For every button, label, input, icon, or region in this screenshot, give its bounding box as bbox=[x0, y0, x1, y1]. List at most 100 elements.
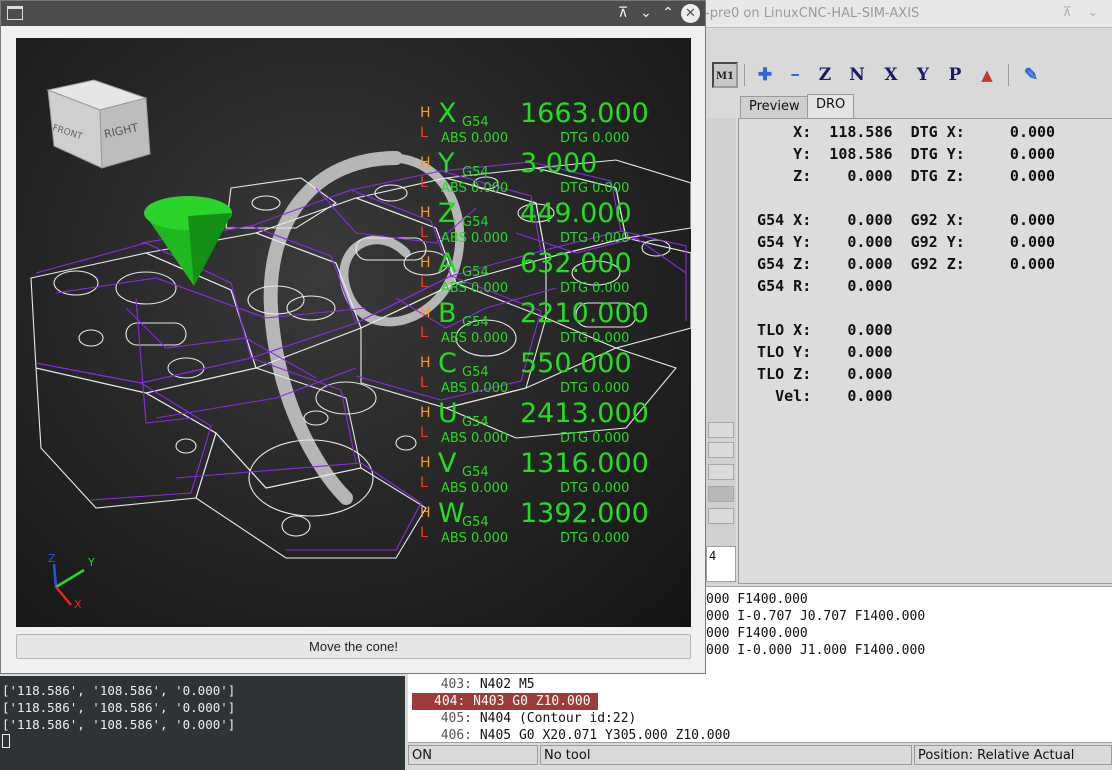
dro-line: Z: 0.000 DTG Z: 0.000 bbox=[739, 167, 1056, 185]
dtg-value: DTG 0.000 bbox=[560, 431, 630, 446]
axis-shade-icon[interactable]: ⊼ bbox=[1058, 4, 1076, 22]
dtg-value: DTG 0.000 bbox=[560, 181, 630, 196]
maximize-icon[interactable]: ⌃ bbox=[658, 4, 678, 23]
axis-letter: U bbox=[438, 398, 458, 429]
close-icon[interactable]: ✕ bbox=[681, 4, 700, 23]
shade-icon[interactable]: ⊼ bbox=[613, 4, 633, 23]
axis-minimize-icon[interactable]: ⌄ bbox=[1084, 4, 1102, 22]
limit-indicator: L bbox=[420, 375, 428, 391]
axis-letter: Z bbox=[438, 198, 457, 229]
wcs-label: G54 bbox=[462, 115, 489, 130]
limit-indicator: L bbox=[420, 125, 428, 141]
move-cone-button[interactable]: Move the cone! bbox=[16, 634, 691, 659]
mdi-input[interactable]: 4 bbox=[706, 546, 736, 582]
wcs-label: G54 bbox=[462, 165, 489, 180]
wcs-label: G54 bbox=[462, 515, 489, 530]
homed-indicator: H bbox=[420, 455, 431, 471]
gcode-line: 403: N402 M5 bbox=[440, 677, 535, 692]
homed-indicator: H bbox=[420, 355, 431, 371]
wcs-label: G54 bbox=[462, 265, 489, 280]
homed-indicator: H bbox=[420, 505, 431, 521]
dro-line: Vel: 0.000 bbox=[739, 387, 893, 405]
dro-line: X: 118.586 DTG X: 0.000 bbox=[739, 123, 1056, 141]
zoom-out-icon[interactable]: ━ bbox=[782, 62, 808, 88]
clear-plot-icon[interactable]: ✎ bbox=[1018, 62, 1044, 88]
axis-value: 632.000 bbox=[520, 248, 632, 279]
mist-toggle-icon[interactable]: M1 bbox=[712, 62, 738, 88]
tab-dro[interactable]: DRO bbox=[807, 94, 855, 118]
axis-window-title: -pre0 on LinuxCNC-HAL-SIM-AXIS bbox=[705, 6, 920, 21]
dro-panel: X: 118.586 DTG X: 0.000 Y: 108.586 DTG Y… bbox=[738, 118, 1112, 584]
gcode-line-current: 404: N403 G0 Z10.000 bbox=[408, 693, 1112, 710]
dtg-value: DTG 0.000 bbox=[560, 531, 630, 546]
dro-overlay-row-a: H L A G54 632.000 ABS 0.000 DTG 0.000 bbox=[420, 248, 690, 301]
wcs-label: G54 bbox=[462, 315, 489, 330]
tab-preview[interactable]: Preview bbox=[740, 96, 809, 118]
view-y-icon[interactable]: Y bbox=[910, 62, 936, 88]
limit-indicator: L bbox=[420, 475, 428, 491]
view-cube[interactable]: FRONT RIGHT bbox=[46, 79, 151, 169]
view-z-icon[interactable]: Z bbox=[812, 62, 838, 88]
zoom-in-icon[interactable]: ✚ bbox=[752, 62, 778, 88]
dro-line: TLO Z: 0.000 bbox=[739, 365, 893, 383]
axis-value: 550.000 bbox=[520, 348, 632, 379]
limit-indicator: L bbox=[420, 425, 428, 441]
view-p-icon[interactable]: P bbox=[942, 62, 968, 88]
view-x-icon[interactable]: X bbox=[878, 62, 904, 88]
abs-value: ABS 0.000 bbox=[441, 381, 509, 396]
axis-letter: V bbox=[438, 448, 457, 479]
dtg-value: DTG 0.000 bbox=[560, 331, 630, 346]
limit-indicator: L bbox=[420, 525, 428, 541]
view-z2-icon[interactable]: N bbox=[844, 62, 870, 88]
abs-value: ABS 0.000 bbox=[441, 231, 509, 246]
dro-line: G54 Y: 0.000 G92 Y: 0.000 bbox=[739, 233, 1056, 251]
toolbar-separator bbox=[744, 64, 745, 86]
side-control-button[interactable] bbox=[708, 508, 734, 524]
homed-indicator: H bbox=[420, 305, 431, 321]
homed-indicator: H bbox=[420, 255, 431, 271]
limit-indicator: L bbox=[420, 175, 428, 191]
side-control-button[interactable] bbox=[708, 486, 734, 502]
side-control-button[interactable] bbox=[708, 422, 734, 438]
minimize-icon[interactable]: ⌄ bbox=[636, 4, 656, 23]
rotate-icon[interactable]: ▲ bbox=[974, 62, 1000, 88]
dro-overlay-row-b: H L B G54 2210.000 ABS 0.000 DTG 0.000 bbox=[420, 298, 690, 351]
axis-value: 1316.000 bbox=[520, 448, 649, 479]
abs-value: ABS 0.000 bbox=[441, 431, 509, 446]
axis-value: 449.000 bbox=[520, 198, 632, 229]
viewer-titlebar[interactable]: ⊼ ⌄ ⌃ ✕ bbox=[1, 1, 705, 26]
axis-value: 1392.000 bbox=[520, 498, 649, 529]
dro-line: G54 X: 0.000 G92 X: 0.000 bbox=[739, 211, 1056, 229]
dro-overlay-row-w: H L W G54 1392.000 ABS 0.000 DTG 0.000 bbox=[420, 498, 690, 551]
axis-triad-x-label: X bbox=[74, 598, 82, 611]
axis-letter: B bbox=[438, 298, 457, 329]
axis-letter: A bbox=[438, 248, 457, 279]
abs-value: ABS 0.000 bbox=[441, 481, 509, 496]
dro-line: G54 Z: 0.000 G92 Z: 0.000 bbox=[739, 255, 1056, 273]
app-window-icon bbox=[7, 6, 23, 20]
python-console[interactable]: ['118.586', '108.586', '0.000'] ['118.58… bbox=[0, 676, 405, 770]
statusbar: ON No tool Position: Relative Actual bbox=[408, 742, 1112, 766]
desktop: -pre0 on LinuxCNC-HAL-SIM-AXIS ⊼ ⌄ M1 ✚ … bbox=[0, 0, 1112, 770]
tool-status: No tool bbox=[540, 745, 912, 765]
abs-value: ABS 0.000 bbox=[441, 181, 509, 196]
3d-viewport[interactable]: FRONT RIGHT Z Y X H L X G54 1663.000 ABS… bbox=[16, 38, 691, 627]
gcode-line: 405: N404 (Contour id:22) bbox=[440, 711, 637, 726]
side-control-button[interactable] bbox=[708, 442, 734, 458]
dro-overlay-row-x: H L X G54 1663.000 ABS 0.000 DTG 0.000 bbox=[420, 98, 690, 151]
axis-value: 1663.000 bbox=[520, 98, 649, 129]
side-control-button[interactable] bbox=[708, 464, 734, 480]
dro-line: TLO Y: 0.000 bbox=[739, 343, 893, 361]
dtg-value: DTG 0.000 bbox=[560, 131, 630, 146]
toolbar-separator bbox=[1008, 64, 1009, 86]
axis-side-controls bbox=[706, 118, 736, 584]
dro-overlay-row-u: H L U G54 2413.000 ABS 0.000 DTG 0.000 bbox=[420, 398, 690, 451]
wcs-label: G54 bbox=[462, 465, 489, 480]
axis-letter: W bbox=[438, 498, 465, 529]
limit-indicator: L bbox=[420, 275, 428, 291]
dtg-value: DTG 0.000 bbox=[560, 381, 630, 396]
homed-indicator: H bbox=[420, 105, 431, 121]
homed-indicator: H bbox=[420, 405, 431, 421]
abs-value: ABS 0.000 bbox=[441, 131, 509, 146]
dtg-value: DTG 0.000 bbox=[560, 281, 630, 296]
